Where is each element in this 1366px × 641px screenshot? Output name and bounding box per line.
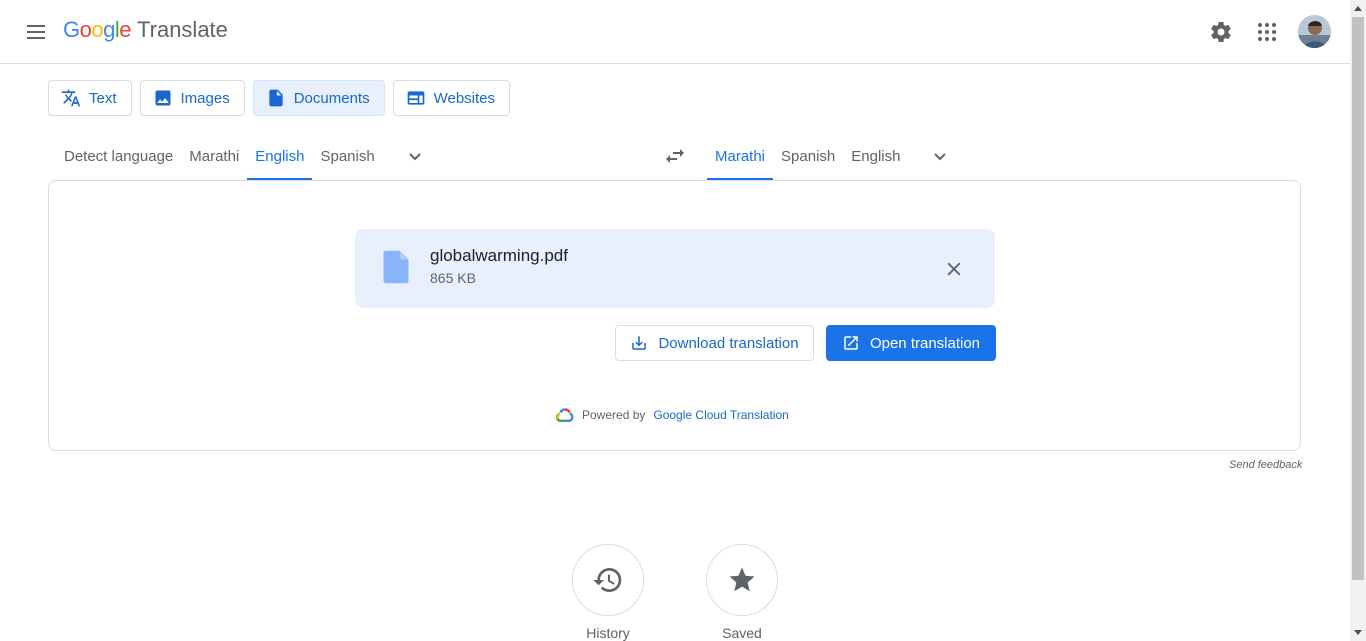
- file-document-icon: [381, 249, 411, 290]
- tab-websites-label: Websites: [433, 89, 496, 107]
- website-icon: [407, 91, 424, 105]
- saved-button[interactable]: Saved: [706, 544, 778, 641]
- tab-documents[interactable]: Documents: [252, 80, 385, 116]
- scroll-up-arrow-icon[interactable]: [1350, 0, 1366, 16]
- google-translate-logo[interactable]: Google Translate: [63, 17, 228, 43]
- source-lang-spanish[interactable]: Spanish: [312, 132, 382, 180]
- download-translation-label: Download translation: [658, 334, 799, 352]
- open-translation-label: Open translation: [869, 334, 981, 352]
- target-lang-marathi[interactable]: Marathi: [707, 132, 774, 180]
- account-avatar[interactable]: [1298, 15, 1331, 48]
- apps-button[interactable]: [1247, 12, 1287, 52]
- scrollbar-thumb[interactable]: [1352, 17, 1364, 580]
- translation-mode-tabs: Text Images Documents Websites: [48, 80, 511, 116]
- open-in-new-icon: [844, 336, 858, 350]
- google-cloud-icon: [556, 408, 574, 422]
- powered-by-prefix: Powered by: [582, 408, 646, 422]
- logo-letter: o: [91, 17, 104, 42]
- source-lang-english[interactable]: English: [247, 132, 313, 180]
- main-menu-button[interactable]: [16, 12, 56, 52]
- logo-letter: o: [79, 17, 92, 42]
- chevron-down-icon: [934, 153, 947, 161]
- settings-icon: [1211, 22, 1231, 43]
- tab-documents-label: Documents: [293, 89, 370, 107]
- file-name: globalwarming.pdf: [430, 246, 568, 265]
- swap-icon: [666, 149, 684, 163]
- tab-text-label: Text: [89, 89, 117, 107]
- swap-languages-button[interactable]: [655, 136, 695, 176]
- tab-images-label: Images: [180, 89, 230, 107]
- target-lang-english[interactable]: English: [843, 132, 908, 180]
- target-lang-spanish[interactable]: Spanish: [773, 132, 843, 180]
- remove-file-button[interactable]: [935, 250, 973, 288]
- file-size: 865 KB: [430, 270, 476, 286]
- menu-icon: [27, 25, 45, 39]
- tab-websites[interactable]: Websites: [392, 80, 511, 116]
- uploaded-file-chip: globalwarming.pdf 865 KB: [355, 229, 995, 308]
- logo-letter: G: [63, 17, 80, 42]
- powered-by: Powered by Google Cloud Translation: [556, 408, 789, 422]
- history-icon: [593, 568, 622, 592]
- source-language-bar: Detect language Marathi English Spanish: [56, 132, 435, 180]
- history-button[interactable]: History: [572, 544, 644, 641]
- download-icon: [632, 336, 647, 350]
- app-header: Google Translate: [0, 0, 1350, 64]
- document-icon: [269, 89, 283, 107]
- send-feedback-link[interactable]: Send feedback: [1229, 459, 1302, 471]
- document-translation-card: globalwarming.pdf 865 KB Download transl…: [48, 180, 1301, 451]
- product-name: Translate: [137, 17, 228, 42]
- open-translation-button[interactable]: Open translation: [826, 325, 996, 361]
- tab-text[interactable]: Text: [48, 80, 132, 116]
- source-lang-marathi[interactable]: Marathi: [181, 132, 247, 180]
- target-language-bar: Marathi Spanish English: [707, 132, 960, 180]
- chevron-down-icon: [408, 153, 421, 161]
- apps-grid-icon: [1258, 23, 1276, 41]
- history-circle[interactable]: [572, 544, 644, 616]
- star-icon: [729, 567, 755, 592]
- close-icon: [947, 262, 961, 276]
- vertical-scrollbar[interactable]: [1350, 0, 1366, 641]
- source-lang-detect[interactable]: Detect language: [56, 132, 181, 180]
- logo-letter: g: [103, 17, 115, 42]
- translate-icon: [61, 89, 81, 107]
- google-wordmark: Google: [63, 17, 132, 43]
- tab-images[interactable]: Images: [139, 80, 245, 116]
- settings-button[interactable]: [1201, 12, 1241, 52]
- logo-letter: e: [119, 17, 132, 42]
- history-label: History: [586, 625, 630, 641]
- source-more-languages-button[interactable]: [395, 132, 435, 180]
- scroll-down-arrow-icon[interactable]: [1350, 625, 1366, 641]
- image-icon: [155, 90, 171, 106]
- saved-label: Saved: [722, 625, 762, 641]
- saved-circle[interactable]: [706, 544, 778, 616]
- avatar-image: [1298, 15, 1331, 48]
- target-more-languages-button[interactable]: [920, 132, 960, 180]
- download-translation-button[interactable]: Download translation: [615, 325, 814, 361]
- google-cloud-translation-link[interactable]: Google Cloud Translation: [653, 408, 788, 422]
